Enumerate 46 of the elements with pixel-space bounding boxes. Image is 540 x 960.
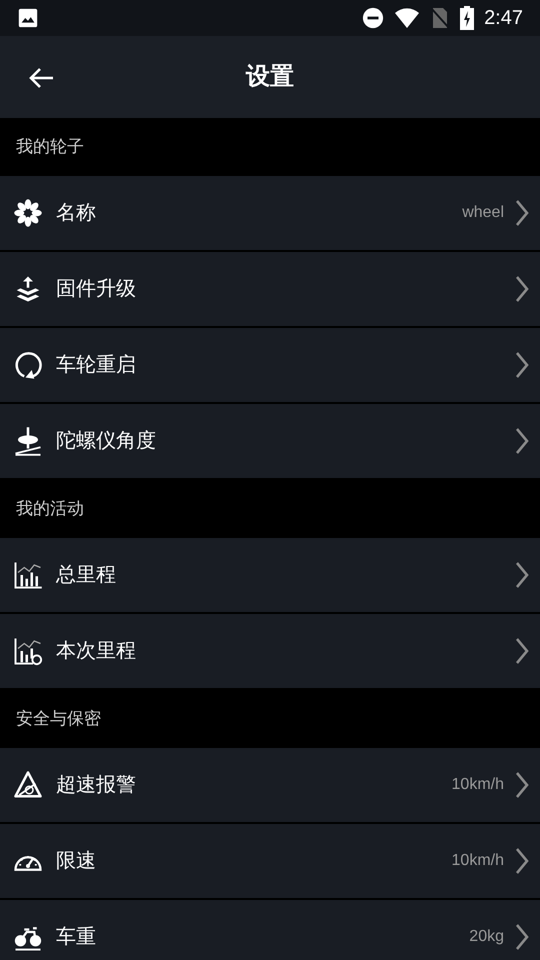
clock-time: 2:47 — [484, 6, 523, 31]
circular-arrow-icon — [13, 350, 43, 380]
section-header: 我的轮子 — [16, 136, 84, 158]
section-header: 我的活动 — [16, 498, 84, 520]
chevron-icon — [514, 847, 530, 875]
row-value: 10km/h — [452, 851, 504, 871]
row-label: 陀螺仪角度 — [56, 429, 157, 454]
screen-title: 设置 — [246, 62, 294, 92]
settings-row[interactable]: 陀螺仪角度 — [0, 404, 540, 480]
chevron-icon — [514, 771, 530, 799]
settings-row[interactable]: 车重 20kg — [0, 900, 540, 960]
chart-clock-icon — [13, 636, 43, 666]
settings-row[interactable]: 超速报警 10km/h — [0, 748, 540, 824]
chevron-icon — [514, 923, 530, 951]
bar-chart-icon — [13, 560, 43, 590]
row-label: 超速报警 — [56, 773, 137, 798]
row-value: wheel — [462, 203, 504, 223]
gyroscope-icon — [13, 426, 43, 456]
battery-charging-icon — [460, 6, 474, 30]
chevron-icon — [514, 637, 530, 665]
chevron-icon — [514, 427, 530, 455]
row-label: 本次里程 — [56, 639, 137, 664]
chevron-icon — [514, 351, 530, 379]
row-value: 10km/h — [452, 775, 504, 795]
chevron-icon — [514, 275, 530, 303]
image-icon — [17, 7, 39, 29]
settings-row[interactable]: 限速 10km/h — [0, 824, 540, 900]
row-value: 20kg — [469, 927, 504, 947]
row-label: 车轮重启 — [56, 353, 137, 378]
settings-row[interactable]: 本次里程 — [0, 614, 540, 690]
row-label: 限速 — [56, 849, 97, 874]
row-label: 固件升级 — [56, 277, 137, 302]
row-label: 名称 — [56, 201, 97, 226]
settings-row[interactable]: 名称 wheel — [0, 176, 540, 252]
chevron-icon — [514, 561, 530, 589]
settings-row[interactable]: 车轮重启 — [0, 328, 540, 404]
do-not-disturb-icon — [362, 7, 384, 29]
row-label: 总里程 — [56, 563, 117, 588]
settings-row[interactable]: 固件升级 — [0, 252, 540, 328]
settings-row[interactable]: 总里程 — [0, 538, 540, 614]
row-label: 车重 — [56, 925, 97, 950]
section-header: 安全与保密 — [16, 708, 101, 730]
warning-triangle-icon — [13, 770, 43, 800]
wifi-icon — [394, 7, 420, 29]
chevron-icon — [514, 199, 530, 227]
flower-icon — [13, 198, 43, 228]
